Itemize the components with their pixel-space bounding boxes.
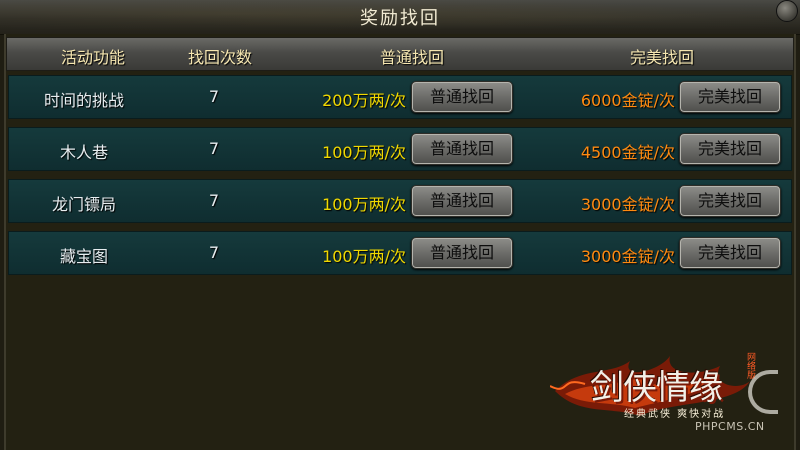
perfect-cost: 4500金锭/次 [580,143,675,162]
close-button[interactable] [776,0,798,22]
perfect-cost: 6000金锭/次 [580,91,675,110]
header-normal-recover: 普通找回 [379,48,444,67]
normal-recover-button[interactable]: 普通找回 [411,185,513,217]
recover-count: 7 [208,139,220,158]
header-activity: 活动功能 [60,48,125,67]
recover-count: 7 [208,191,220,210]
game-logo-title: 剑侠情缘 [590,368,723,408]
normal-recover-button[interactable]: 普通找回 [411,133,513,165]
normal-recover-button[interactable]: 普通找回 [411,237,513,269]
table-row: 时间的挑战 7 200万两/次 普通找回 6000金锭/次 完美找回 [8,75,792,119]
table-row: 龙门镖局 7 100万两/次 普通找回 3000金锭/次 完美找回 [8,179,792,223]
header-count: 找回次数 [187,48,252,67]
perfect-recover-button[interactable]: 完美找回 [679,185,781,217]
activity-name: 龙门镖局 [51,195,116,214]
perfect-cost: 3000金锭/次 [580,247,675,266]
table-header: 活动功能 找回次数 普通找回 完美找回 [6,37,794,71]
normal-cost: 100万两/次 [322,247,406,266]
perfect-recover-button[interactable]: 完美找回 [679,81,781,113]
header-perfect-recover: 完美找回 [629,48,694,67]
game-logo-subtitle: 经典武侠 爽快对战 [624,409,726,420]
normal-cost: 100万两/次 [322,143,406,162]
activity-name: 时间的挑战 [43,91,124,110]
normal-recover-button[interactable]: 普通找回 [411,81,513,113]
page-title: 奖励找回 [360,8,440,29]
activity-name: 藏宝图 [59,247,108,266]
normal-cost: 100万两/次 [322,195,406,214]
normal-cost: 200万两/次 [322,91,406,110]
activity-name: 木人巷 [59,143,108,162]
recover-count: 7 [208,243,220,262]
title-bar: 奖励找回 [0,0,800,35]
recover-count: 7 [208,87,220,106]
perfect-cost: 3000金锭/次 [580,195,675,214]
table-row: 木人巷 7 100万两/次 普通找回 4500金锭/次 完美找回 [8,127,792,171]
watermark-text: PHPCMS.CN [695,420,765,433]
perfect-recover-button[interactable]: 完美找回 [679,237,781,269]
table-row: 藏宝图 7 100万两/次 普通找回 3000金锭/次 完美找回 [8,231,792,275]
perfect-recover-button[interactable]: 完美找回 [679,133,781,165]
